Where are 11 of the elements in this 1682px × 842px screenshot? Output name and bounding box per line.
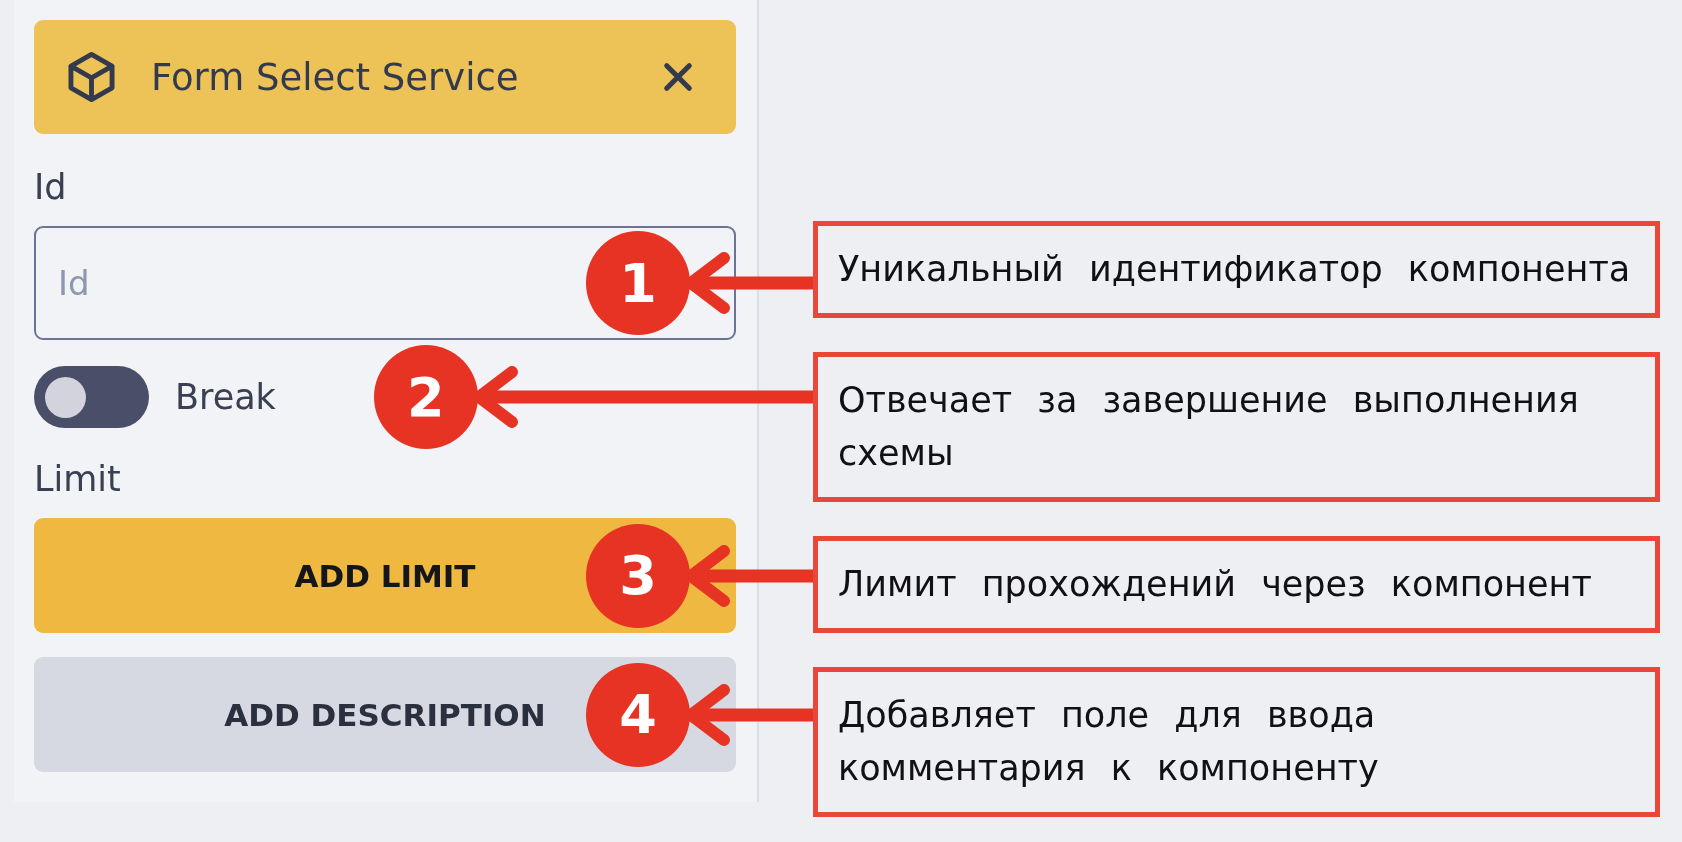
close-icon: [663, 62, 693, 92]
section-label: Limit: [34, 458, 121, 500]
cube-icon: [68, 51, 115, 103]
callout-note: Отвечает за завершение выполнения схемы: [813, 352, 1660, 502]
callout-note: Добавляет поле для ввода комментария к компоненту: [813, 667, 1660, 817]
toggle-label: Break: [175, 377, 276, 417]
panel-title: Form Select Service: [151, 55, 520, 99]
close-button[interactable]: [663, 62, 693, 92]
field-label: Id: [34, 166, 67, 208]
callout-note: Лимит прохождений через компонент: [813, 536, 1660, 633]
callout-note: Уникальный идентификатор компонента: [813, 221, 1660, 318]
